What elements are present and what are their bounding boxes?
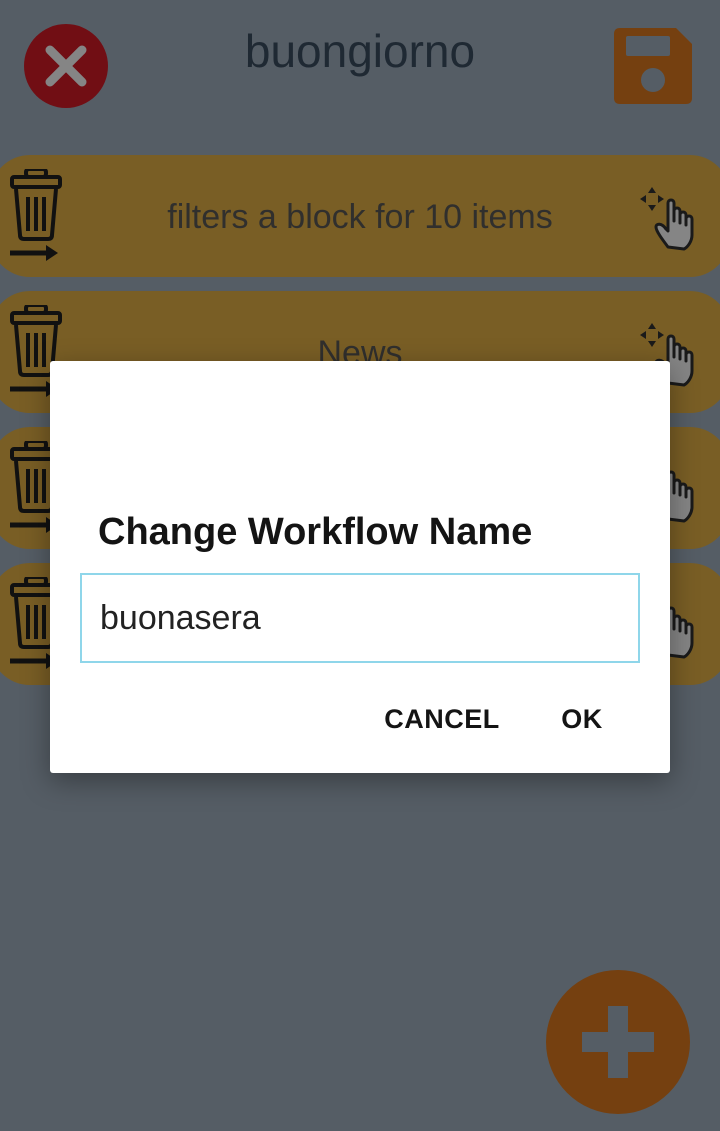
workflow-name-input[interactable] [80, 573, 640, 663]
cancel-button[interactable]: CANCEL [382, 693, 502, 745]
ok-button[interactable]: OK [556, 693, 608, 745]
dialog-title: Change Workflow Name [98, 511, 533, 553]
rename-dialog: Change Workflow Name CANCEL OK [50, 361, 670, 773]
